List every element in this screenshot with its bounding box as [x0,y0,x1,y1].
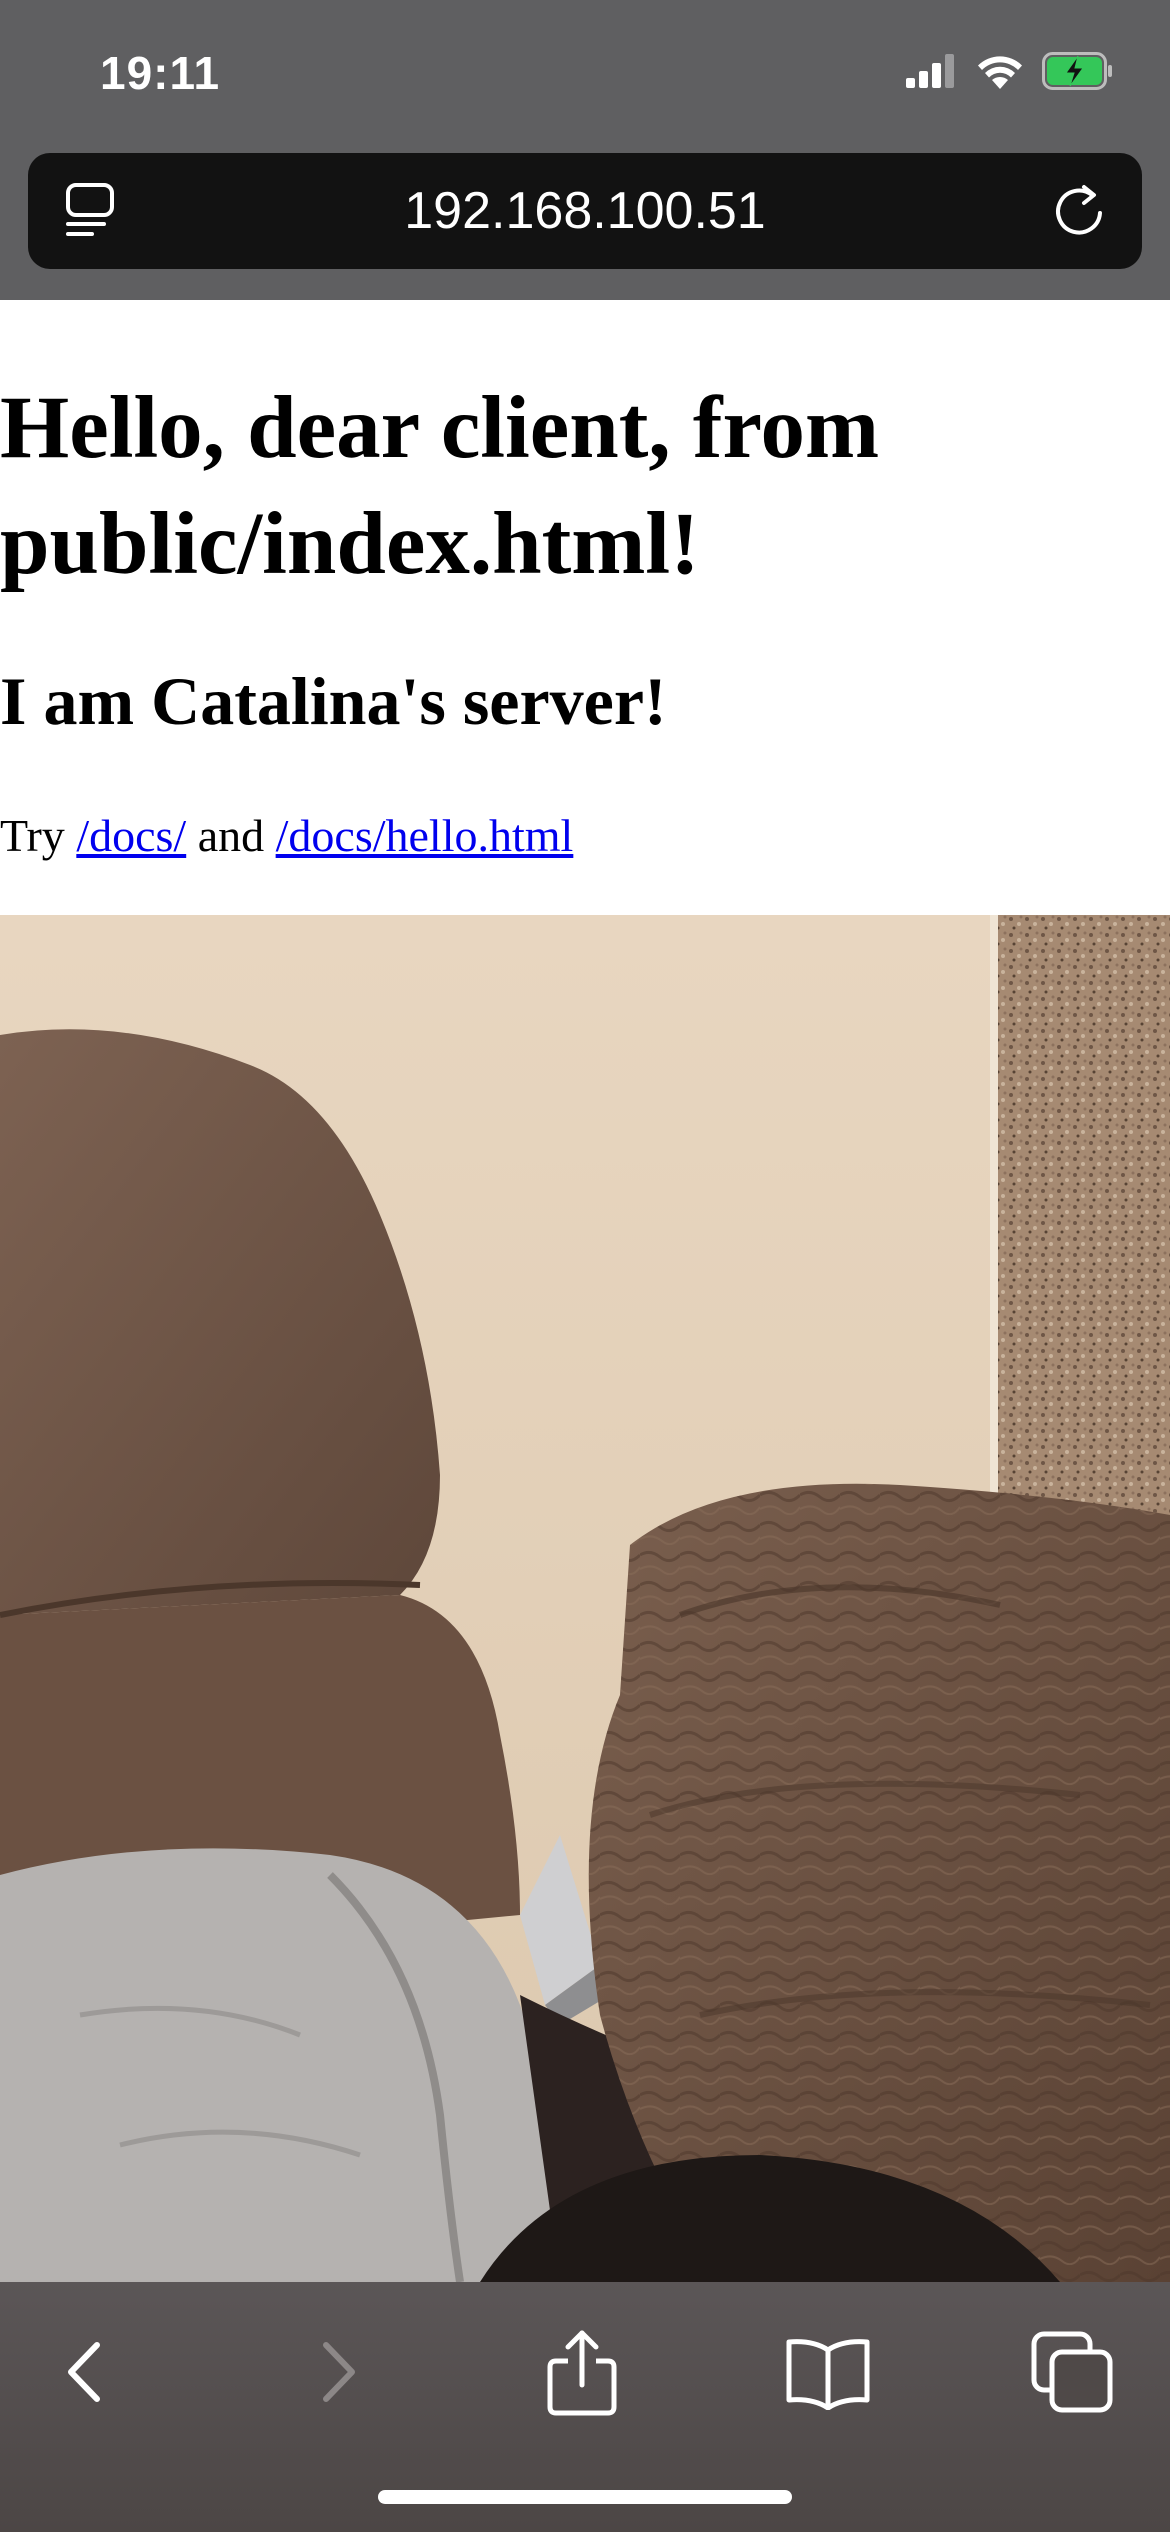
cellular-signal-icon [906,54,958,88]
status-icons [906,52,1114,90]
share-icon[interactable] [532,2322,632,2422]
status-time: 19:11 [100,47,221,99]
bookmarks-icon[interactable] [778,2322,878,2422]
url-text[interactable]: 192.168.100.51 [28,183,1142,239]
wifi-icon [976,53,1024,89]
home-indicator[interactable] [378,2490,792,2504]
battery-charging-icon [1042,52,1114,90]
back-icon[interactable] [35,2322,135,2422]
paragraph-middle: and [186,810,276,861]
reload-icon[interactable] [1048,179,1112,243]
tabs-icon[interactable] [1022,2322,1122,2422]
paragraph-prefix: Try [0,810,77,861]
page-subheading: I am Catalina's server! [0,663,667,739]
forward-icon[interactable] [288,2322,388,2422]
docs-link[interactable]: /docs/ [76,810,186,861]
url-bar[interactable]: 192.168.100.51 [28,153,1142,269]
page-heading: Hello, dear client, from public/index.ht… [0,379,880,593]
page-photo [0,915,1170,2282]
page-paragraph: Try /docs/ and /docs/hello.html [0,806,573,866]
docs-hello-link[interactable]: /docs/hello.html [276,810,574,861]
browser-top-chrome: 19:11 192.168.100.51 [0,0,1170,300]
